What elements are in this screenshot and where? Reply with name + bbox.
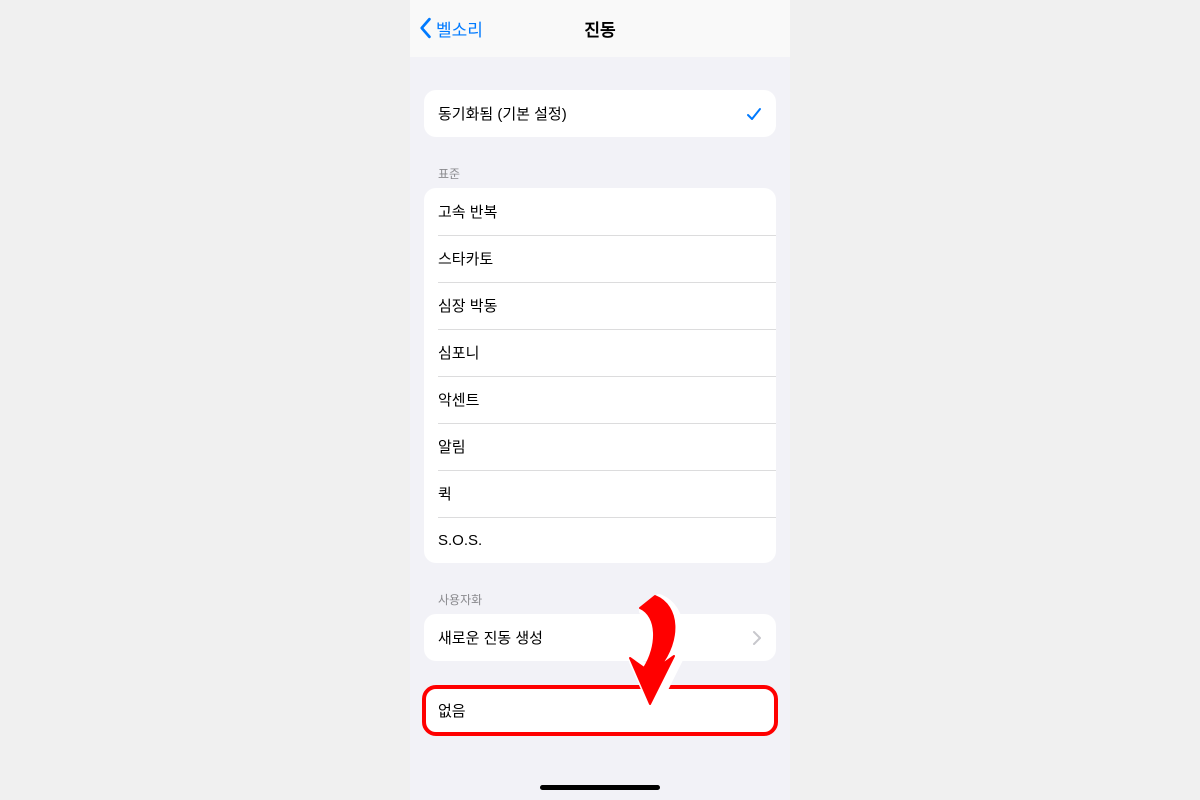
row-synced-default[interactable]: 동기화됨 (기본 설정) bbox=[424, 90, 776, 137]
home-indicator bbox=[540, 785, 660, 790]
row-symphony[interactable]: 심포니 bbox=[424, 329, 776, 376]
group-custom: 새로운 진동 생성 bbox=[424, 614, 776, 661]
row-accent[interactable]: 악센트 bbox=[424, 376, 776, 423]
chevron-left-icon bbox=[418, 17, 432, 39]
row-label: 악센트 bbox=[438, 389, 479, 410]
row-label: S.O.S. bbox=[438, 532, 482, 549]
row-rapid[interactable]: 고속 반복 bbox=[424, 188, 776, 235]
back-button[interactable]: 벨소리 bbox=[418, 0, 483, 56]
row-label: 심포니 bbox=[438, 342, 479, 363]
row-label: 심장 박동 bbox=[438, 295, 497, 316]
row-label: 새로운 진동 생성 bbox=[438, 627, 543, 648]
checkmark-icon bbox=[746, 106, 762, 122]
stage: 벨소리 진동 동기화됨 (기본 설정) 표준 고속 반복 bbox=[0, 0, 1200, 800]
row-create-new-vibration[interactable]: 새로운 진동 생성 bbox=[424, 614, 776, 661]
group-standard: 고속 반복 스타카토 심장 박동 심포니 악센트 알림 퀵 bbox=[424, 188, 776, 563]
row-label: 고속 반복 bbox=[438, 201, 497, 222]
content-area: 동기화됨 (기본 설정) 표준 고속 반복 스타카토 심장 박동 bbox=[410, 56, 790, 800]
row-staccato[interactable]: 스타카토 bbox=[424, 235, 776, 282]
row-none[interactable]: 없음 bbox=[424, 687, 776, 734]
row-label: 퀵 bbox=[438, 483, 452, 504]
nav-title: 진동 bbox=[584, 16, 615, 41]
row-heartbeat[interactable]: 심장 박동 bbox=[424, 282, 776, 329]
group-synced: 동기화됨 (기본 설정) bbox=[424, 90, 776, 137]
phone-screen: 벨소리 진동 동기화됨 (기본 설정) 표준 고속 반복 bbox=[410, 0, 790, 800]
section-header-custom: 사용자화 bbox=[438, 591, 762, 608]
row-alert[interactable]: 알림 bbox=[424, 423, 776, 470]
back-label: 벨소리 bbox=[436, 16, 483, 41]
section-header-standard: 표준 bbox=[438, 165, 762, 182]
row-quick[interactable]: 퀵 bbox=[424, 470, 776, 517]
nav-bar: 벨소리 진동 bbox=[410, 0, 790, 57]
row-sos[interactable]: S.O.S. bbox=[424, 517, 776, 563]
row-label: 없음 bbox=[438, 700, 466, 721]
row-label: 알림 bbox=[438, 436, 466, 457]
chevron-right-icon bbox=[752, 630, 762, 646]
group-none: 없음 bbox=[424, 687, 776, 734]
row-label: 동기화됨 (기본 설정) bbox=[438, 103, 567, 124]
row-label: 스타카토 bbox=[438, 248, 493, 269]
